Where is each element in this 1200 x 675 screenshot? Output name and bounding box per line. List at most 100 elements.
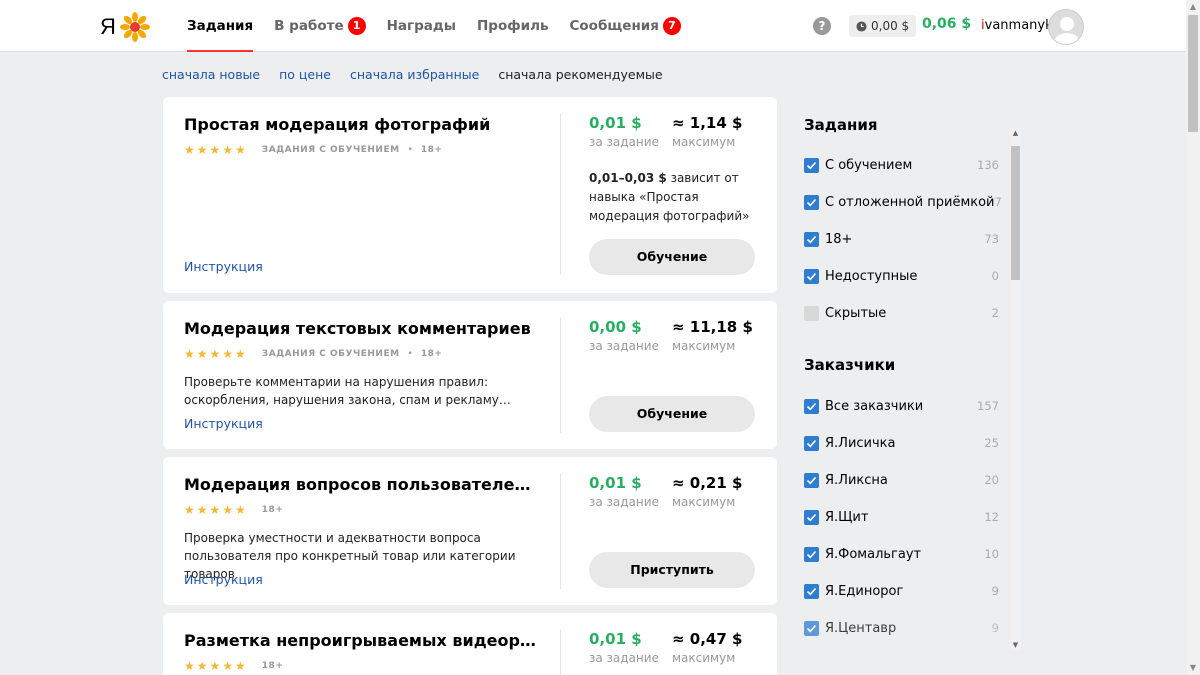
max-value: ≈ 11,18 (672, 318, 738, 336)
checkbox-checked-icon[interactable] (804, 583, 819, 599)
instruction-link[interactable]: Инструкция (184, 572, 263, 587)
instruction-link[interactable]: Инструкция (184, 259, 263, 274)
filter-client[interactable]: Я.Фомальгаут 10 (804, 544, 999, 564)
filter-count: 136 (977, 158, 999, 172)
filter-client[interactable]: Я.Щит 12 (804, 507, 999, 527)
checkbox-checked-icon[interactable] (804, 231, 819, 247)
filter-count: 9 (991, 584, 999, 598)
age-limit: 18+ (261, 505, 284, 515)
pending-balance[interactable]: 0,00 $ (849, 15, 917, 37)
training-button[interactable]: Обучение (589, 239, 755, 275)
checkbox-checked-icon[interactable] (804, 620, 819, 636)
yandex-logo[interactable]: Я (100, 12, 150, 42)
age-limit: 18+ (420, 349, 443, 359)
task-tag: Задания с обучением (261, 145, 400, 155)
rating-stars-icon: ★★★★★ (184, 143, 248, 157)
price-label: за задание (589, 651, 659, 665)
page-scrollbar[interactable]: ▲ ▼ (1186, 0, 1200, 675)
scroll-down-icon[interactable]: ▼ (1186, 661, 1200, 675)
task-title[interactable]: Модерация текстовых комментариев (184, 319, 539, 338)
filter-client[interactable]: Я.Единорог 9 (804, 581, 999, 601)
sort-by-price[interactable]: по цене (279, 67, 331, 82)
sort-newest[interactable]: сначала новые (162, 67, 260, 82)
task-card[interactable]: Модерация текстовых комментариев ★★★★★ З… (163, 301, 777, 449)
filter-with-training[interactable]: С обучением 136 (804, 155, 999, 175)
task-meta: ★★★★★ Задания с обучением • 18+ (184, 143, 442, 157)
task-price: 0,01 $ (589, 474, 642, 492)
scroll-down-icon[interactable]: ▼ (1010, 640, 1021, 650)
task-max: ≈ 1,14 $ (672, 114, 742, 132)
task-title[interactable]: Разметка непроигрываемых видеороликов ..… (184, 631, 539, 650)
checkbox-checked-icon[interactable] (804, 472, 819, 488)
task-max: ≈ 0,47 $ (672, 630, 742, 648)
filter-hidden[interactable]: Скрытые 2 (804, 303, 999, 323)
filter-count: 7 (994, 195, 1002, 209)
checkbox-checked-icon[interactable] (804, 435, 819, 451)
task-card[interactable]: Модерация вопросов пользователей про то.… (163, 457, 777, 605)
filter-delayed-acceptance[interactable]: С отложенной приёмкой 7 (804, 192, 1002, 212)
task-card[interactable]: Разметка непроигрываемых видеороликов ..… (163, 613, 777, 675)
scroll-up-icon[interactable]: ▲ (1186, 0, 1200, 14)
checkbox-checked-icon[interactable] (804, 194, 819, 210)
card-divider (560, 629, 561, 675)
filter-unavailable[interactable]: Недоступные 0 (804, 266, 999, 286)
filters-scrollbar[interactable]: ▲ ▼ (1010, 128, 1021, 650)
checkbox-checked-icon[interactable] (804, 157, 819, 173)
checkbox-checked-icon[interactable] (804, 509, 819, 525)
filter-client[interactable]: Я.Центавр 9 (804, 618, 999, 638)
age-limit: 18+ (261, 661, 284, 671)
nav-label: Награды (386, 18, 456, 34)
start-button[interactable]: Приступить (589, 552, 755, 588)
filter-label: С отложенной приёмкой (825, 194, 995, 210)
filter-count: 73 (984, 232, 999, 246)
max-currency: $ (742, 318, 753, 336)
filter-label: Недоступные (825, 268, 918, 284)
filter-count: 157 (977, 399, 999, 413)
nav-messages[interactable]: Сообщения 7 (570, 0, 681, 52)
filter-count: 9 (991, 621, 999, 635)
nav-tasks[interactable]: Задания (187, 0, 254, 52)
clock-icon (856, 20, 867, 32)
price-label: за задание (589, 339, 659, 353)
meta-separator: • (407, 349, 413, 359)
help-icon[interactable]: ? (813, 17, 831, 35)
filter-all-clients[interactable]: Все заказчики 157 (804, 396, 999, 416)
nav-rewards[interactable]: Награды (387, 0, 456, 52)
count-badge: 1 (347, 17, 366, 35)
task-title[interactable]: Модерация вопросов пользователей про то.… (184, 475, 539, 494)
rating-stars-icon: ★★★★★ (184, 347, 248, 361)
checkbox-unchecked-icon[interactable] (804, 305, 819, 321)
max-currency: $ (732, 630, 743, 648)
scroll-up-icon[interactable]: ▲ (1010, 128, 1021, 138)
nav-in-progress[interactable]: В работе 1 (274, 0, 366, 52)
filters-scroll-thumb[interactable] (1011, 146, 1020, 280)
max-currency: $ (732, 474, 743, 492)
training-button[interactable]: Обучение (589, 396, 755, 432)
checkbox-checked-icon[interactable] (804, 546, 819, 562)
max-label: максимум (672, 651, 736, 665)
checkbox-checked-icon[interactable] (804, 268, 819, 284)
checkbox-checked-icon[interactable] (804, 398, 819, 414)
task-meta: ★★★★★ Задания с обучением • 18+ (184, 347, 442, 361)
balance-value[interactable]: 0,06 $ (922, 16, 971, 32)
task-card[interactable]: Простая модерация фотографий ★★★★★ Задан… (163, 97, 777, 293)
page-scroll-thumb[interactable] (1188, 15, 1198, 132)
filter-18-plus[interactable]: 18+ 73 (804, 229, 999, 249)
task-title[interactable]: Простая модерация фотографий (184, 115, 539, 134)
username[interactable]: ivanmanyk (981, 18, 1053, 33)
card-divider (560, 473, 561, 589)
price-currency: $ (631, 318, 642, 336)
nav-profile[interactable]: Профиль (477, 0, 549, 52)
sort-recommended[interactable]: сначала рекомендуемые (498, 67, 662, 82)
filter-count: 12 (984, 510, 999, 524)
max-label: максимум (672, 135, 736, 149)
price-currency: $ (631, 114, 642, 132)
task-price: 0,01 $ (589, 630, 642, 648)
filter-client[interactable]: Я.Лисичка 25 (804, 433, 999, 453)
avatar[interactable] (1048, 9, 1084, 45)
sort-favorites[interactable]: сначала избранные (350, 67, 479, 82)
instruction-link[interactable]: Инструкция (184, 416, 263, 431)
nav-label: Сообщения (569, 18, 659, 34)
filter-client[interactable]: Я.Ликсна 20 (804, 470, 999, 490)
task-max: ≈ 11,18 $ (672, 318, 753, 336)
